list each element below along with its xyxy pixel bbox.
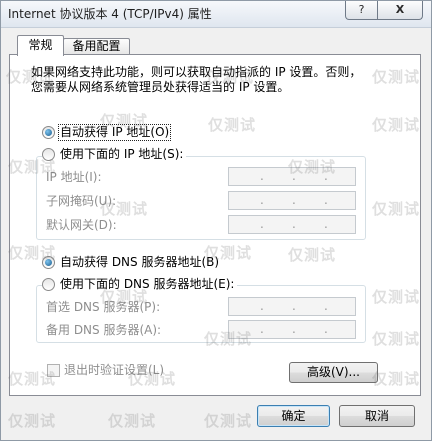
help-icon: ? (358, 3, 365, 16)
subnet-mask-input[interactable]: . . . (228, 191, 356, 210)
ok-button[interactable]: 确定 (257, 405, 330, 427)
intro-text: 如果网络支持此功能，则可以获取自动指派的 IP 设置。否则， 您需要从网络系统管… (31, 65, 361, 95)
help-button[interactable]: ? (345, 1, 378, 20)
tab-label: 备用配置 (72, 39, 121, 53)
advanced-button[interactable]: 高级(V)... (289, 362, 378, 383)
octet-separator: . (260, 169, 264, 183)
preferred-dns-label: 首选 DNS 服务器(P): (46, 300, 161, 314)
subnet-mask-label: 子网掩码(U): (46, 194, 117, 208)
tab-label: 常规 (28, 38, 53, 52)
radio-label[interactable]: 自动获得 IP 地址(O) (57, 124, 172, 141)
button-label: 确定 (281, 409, 306, 423)
radio-indicator[interactable] (42, 256, 55, 269)
tab-alternate-configuration[interactable]: 备用配置 (63, 38, 130, 55)
checkbox-label[interactable]: 退出时验证设置(L) (64, 363, 164, 378)
octet-separator: . (324, 299, 328, 313)
octet-separator: . (324, 217, 328, 231)
window-title: Internet 协议版本 4 (TCP/IPv4) 属性 (8, 7, 212, 21)
radio-indicator[interactable] (42, 126, 55, 139)
intro-line: 如果网络支持此功能，则可以获取自动指派的 IP 设置。否则， (31, 65, 362, 79)
radio-label[interactable]: 自动获得 DNS 服务器地址(B) (59, 255, 220, 270)
tab-panel-general: 如果网络支持此功能，则可以获取自动指派的 IP 设置。否则， 您需要从网络系统管… (9, 54, 421, 396)
preferred-dns-input[interactable]: . . . (228, 297, 356, 316)
button-label: 取消 (364, 409, 389, 423)
close-button[interactable]: X (377, 1, 423, 20)
default-gateway-input[interactable]: . . . (228, 215, 356, 234)
octet-separator: . (260, 193, 264, 207)
radio-label[interactable]: 使用下面的 IP 地址(S): (59, 147, 184, 162)
radio-label[interactable]: 使用下面的 DNS 服务器地址(E): (59, 277, 235, 292)
radio-obtain-ip-automatically[interactable]: 自动获得 IP 地址(O) (42, 124, 173, 141)
radio-indicator[interactable] (42, 148, 55, 161)
octet-separator: . (260, 299, 264, 313)
ip-address-label: IP 地址(I): (46, 170, 102, 184)
octet-separator: . (292, 217, 296, 231)
checkbox-indicator[interactable] (47, 364, 60, 377)
alternate-dns-label: 备用 DNS 服务器(A): (46, 323, 162, 337)
tcpipv4-properties-dialog: Internet 协议版本 4 (TCP/IPv4) 属性 ? X 常规 备用配… (0, 0, 432, 441)
octet-separator: . (292, 299, 296, 313)
octet-separator: . (324, 322, 328, 336)
tab-general[interactable]: 常规 (17, 35, 64, 56)
octet-separator: . (260, 217, 264, 231)
radio-obtain-dns-automatically[interactable]: 自动获得 DNS 服务器地址(B) (42, 255, 223, 270)
radio-use-following-dns[interactable]: 使用下面的 DNS 服务器地址(E): (42, 277, 238, 292)
octet-separator: . (292, 169, 296, 183)
alternate-dns-input[interactable]: . . . (228, 320, 356, 339)
button-label: 高级(V)... (306, 365, 361, 379)
octet-separator: . (292, 193, 296, 207)
default-gateway-label: 默认网关(D): (46, 218, 117, 232)
octet-separator: . (292, 322, 296, 336)
ip-address-input[interactable]: . . . (228, 167, 356, 186)
octet-separator: . (324, 169, 328, 183)
close-icon: X (395, 3, 405, 16)
radio-use-following-ip[interactable]: 使用下面的 IP 地址(S): (42, 147, 187, 162)
cancel-button[interactable]: 取消 (339, 405, 415, 427)
octet-separator: . (260, 322, 264, 336)
radio-indicator[interactable] (42, 278, 55, 291)
octet-separator: . (324, 193, 328, 207)
intro-line: 您需要从网络系统管理员处获得适当的 IP 设置。 (31, 80, 290, 94)
validate-settings-on-exit-checkbox[interactable]: 退出时验证设置(L) (47, 363, 164, 378)
title-bar[interactable]: Internet 协议版本 4 (TCP/IPv4) 属性 ? X (1, 1, 431, 28)
